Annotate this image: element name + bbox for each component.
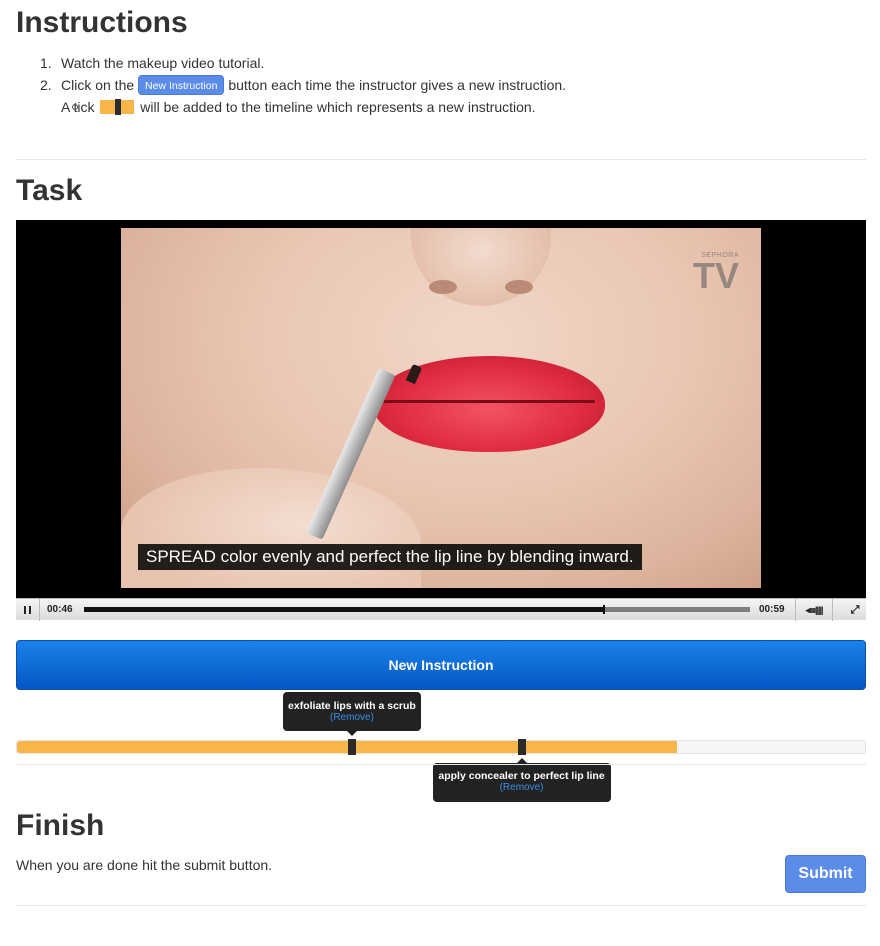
step-text-before: Click on the (61, 77, 135, 93)
video-lips-shape (373, 356, 605, 452)
lip-line-shape (383, 400, 595, 403)
divider (16, 905, 866, 906)
tick-label: exfoliate lips with a scrub (288, 700, 416, 712)
inline-new-instruction-badge: New Instruction (138, 75, 225, 95)
video-controls: 00:46 00:59 ◂ıııı||||| ⤢ (16, 598, 866, 621)
nostril-shape (429, 280, 457, 294)
substep-text-after: will be added to the timeline which repr… (140, 99, 536, 115)
tooltip-arrow (346, 731, 357, 736)
step-number: 2. (40, 77, 52, 93)
video-hand-shape (121, 468, 421, 588)
duration: 00:59 (759, 604, 785, 615)
scrubber-handle[interactable] (603, 605, 606, 614)
step-number: 1. (40, 55, 52, 71)
pause-icon (24, 606, 26, 614)
instruction-timeline[interactable] (16, 739, 866, 755)
video-scrubber[interactable] (84, 605, 750, 614)
instructions-heading: Instructions (16, 6, 188, 39)
instruction-step-2: 2. Click on the New Instruction button e… (16, 74, 866, 96)
timeline-tick[interactable] (517, 739, 526, 755)
pause-icon (29, 606, 31, 614)
finish-text: When you are done hit the submit button. (16, 857, 273, 873)
instruction-step-1: 1. Watch the makeup video tutorial. (16, 52, 866, 74)
divider (16, 159, 866, 160)
instruction-substep: A tick will be added to the timeline whi… (16, 96, 866, 118)
finish-heading: Finish (16, 809, 105, 842)
tick-label: apply concealer to perfect lip line (438, 770, 605, 782)
volume-icon[interactable]: ◂ıııı||||| (795, 599, 833, 621)
played-bar (84, 607, 604, 612)
pause-button[interactable] (16, 599, 40, 621)
remove-tick-link[interactable]: (Remove) (283, 712, 421, 723)
video-frame[interactable]: SEPHORA TV SPREAD color evenly and perfe… (121, 228, 761, 588)
video-caption: SPREAD color evenly and perfect the lip … (138, 544, 642, 570)
instruction-list: 1. Watch the makeup video tutorial. 2. C… (16, 52, 866, 118)
video-player[interactable]: SEPHORA TV SPREAD color evenly and perfe… (16, 220, 866, 621)
tick-tooltip: exfoliate lips with a scrub (Remove) (282, 692, 421, 731)
timeline-progress (17, 741, 677, 753)
new-instruction-button[interactable]: New Instruction (16, 640, 866, 690)
submit-button[interactable]: Submit (785, 855, 866, 893)
circle-bullet-icon (72, 104, 78, 110)
divider (16, 764, 866, 765)
step-text-after: button each time the instructor gives a … (228, 77, 567, 93)
logo-big-text: TV (692, 255, 739, 296)
step-text: Watch the makeup video tutorial. (61, 55, 265, 71)
current-time: 00:46 (47, 604, 73, 615)
task-heading: Task (16, 174, 83, 207)
video-nose-shape (411, 228, 551, 306)
tick-sample-icon (100, 99, 135, 115)
nostril-shape (505, 280, 533, 294)
timeline-tick[interactable] (347, 739, 356, 755)
fullscreen-icon[interactable]: ⤢ (844, 599, 866, 621)
channel-logo: SEPHORA TV (692, 252, 739, 296)
tick-tooltip: apply concealer to perfect lip line (Rem… (432, 763, 611, 802)
remove-tick-link[interactable]: (Remove) (433, 782, 611, 793)
